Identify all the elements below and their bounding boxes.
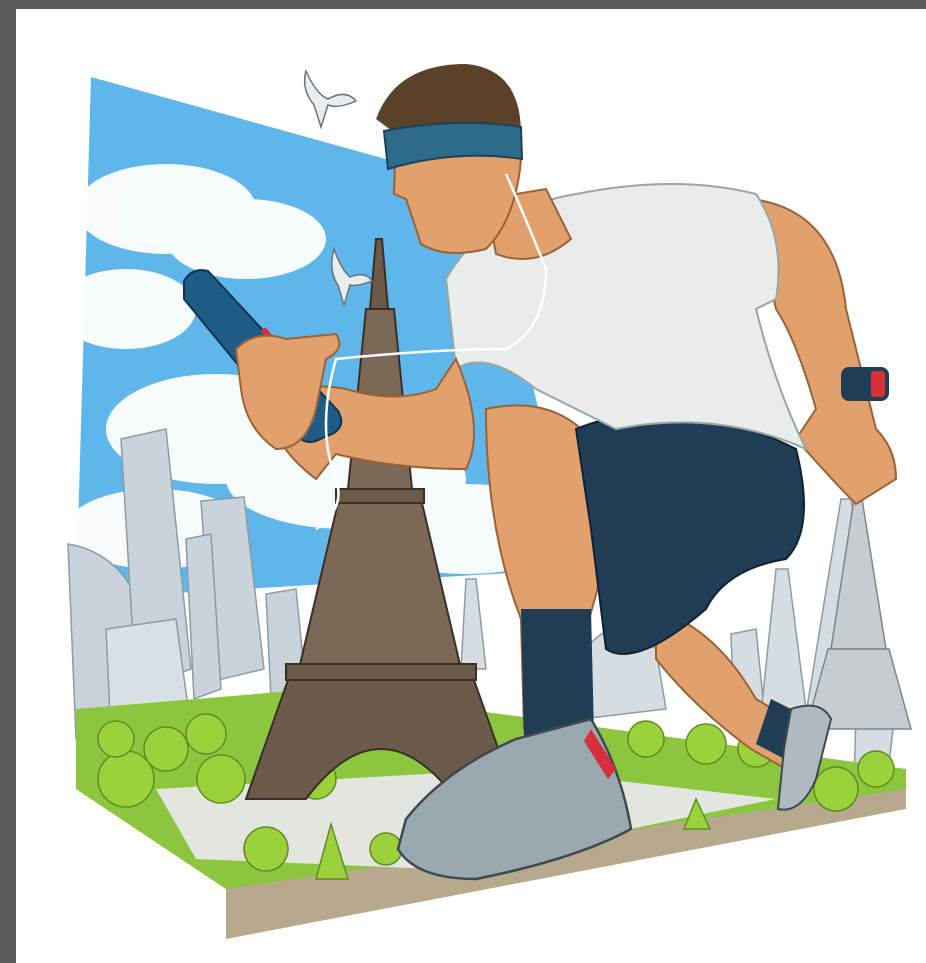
runner-paris-illustration	[56, 64, 912, 939]
runner-sock-front	[521, 609, 594, 739]
image-viewer	[0, 0, 926, 963]
smartwatch-icon	[841, 367, 889, 401]
bird-icon	[303, 68, 358, 130]
runner-shorts	[574, 412, 805, 655]
image-canvas	[16, 9, 926, 963]
